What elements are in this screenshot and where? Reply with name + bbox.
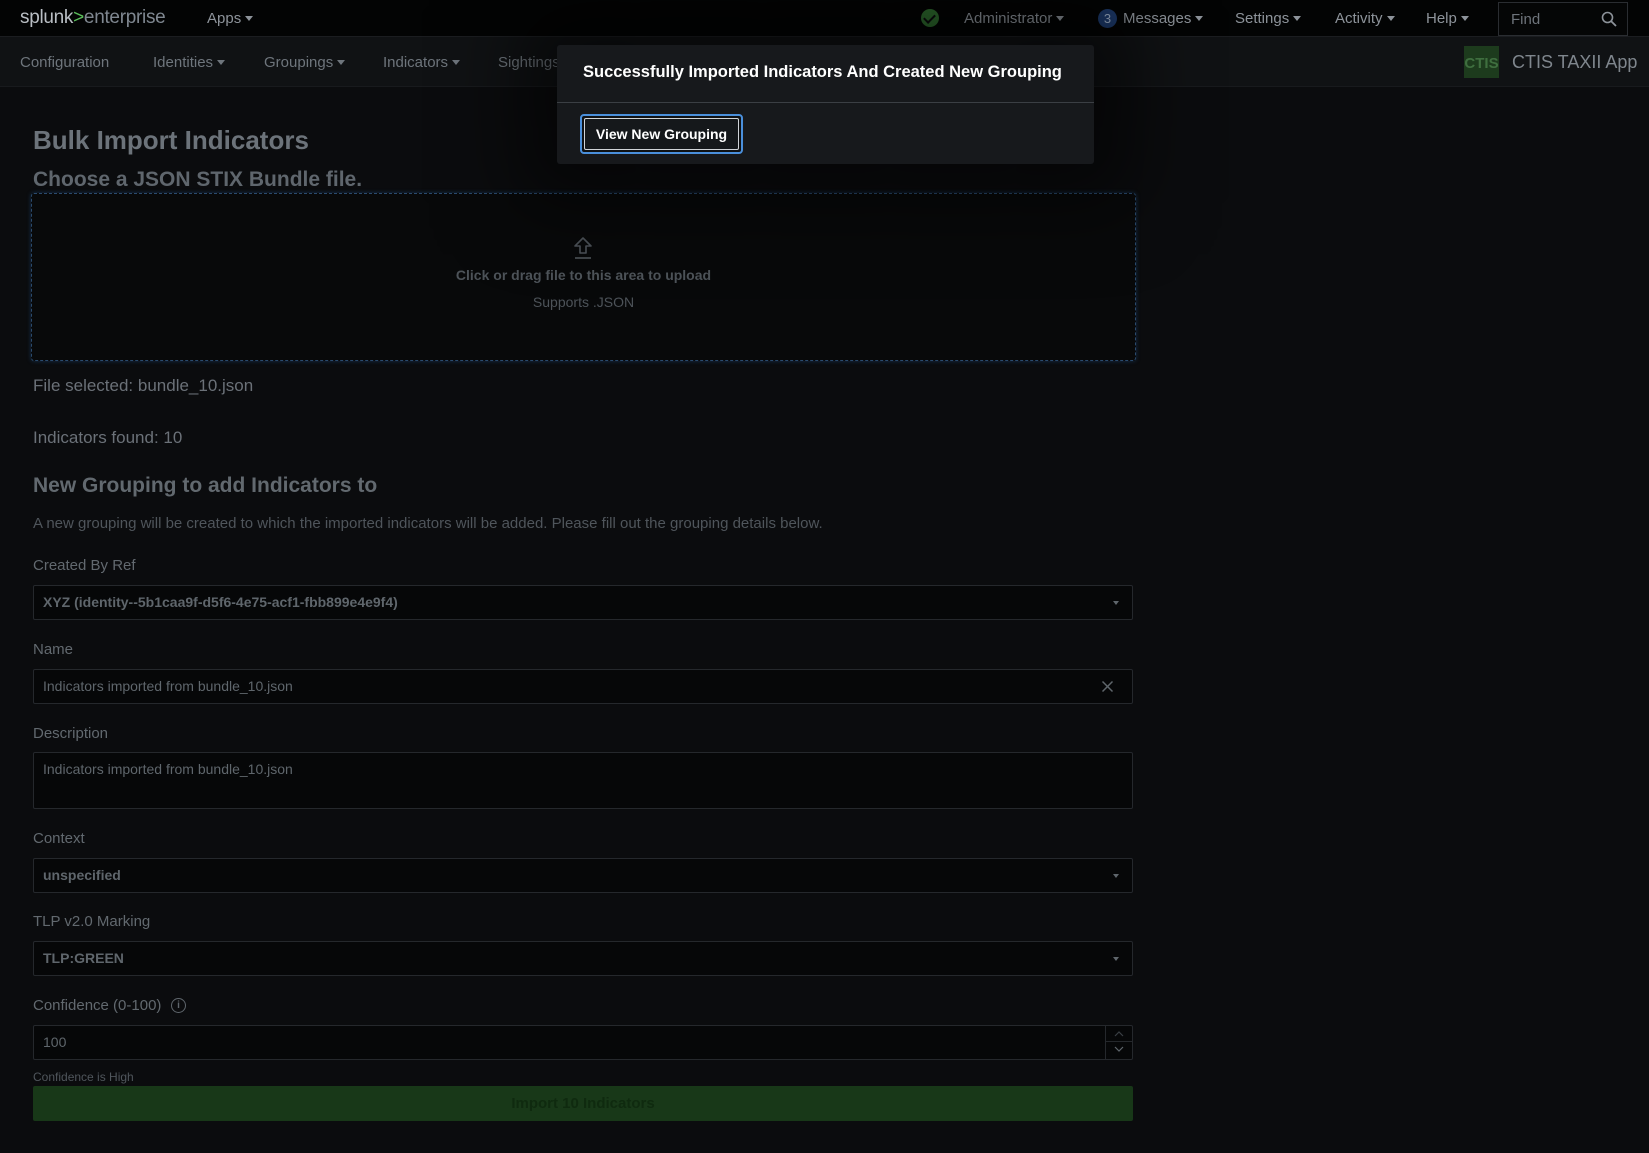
- dropzone-hint: Supports .JSON: [532, 294, 635, 310]
- file-chooser-heading: Choose a JSON STIX Bundle file.: [33, 168, 363, 191]
- file-upload-dropzone[interactable]: Click or drag file to this area to uploa…: [31, 193, 1136, 361]
- view-new-grouping-button[interactable]: View New Grouping: [580, 114, 743, 154]
- activity-menu[interactable]: Activity: [1335, 10, 1395, 27]
- chevron-up-icon: [1114, 1031, 1124, 1037]
- messages-count-badge[interactable]: 3: [1098, 9, 1117, 28]
- page-title: Bulk Import Indicators: [33, 125, 309, 155]
- messages-menu-label: Messages: [1123, 10, 1192, 27]
- tlp-select[interactable]: TLP:GREEN: [33, 941, 1133, 976]
- context-value: unspecified: [43, 867, 121, 883]
- nav-item-identities[interactable]: Identities: [153, 54, 226, 71]
- dropzone-instruction: Click or drag file to this area to uploa…: [455, 267, 712, 283]
- settings-menu-label: Settings: [1235, 10, 1290, 27]
- nav-item-groupings[interactable]: Groupings: [264, 54, 346, 71]
- nav-item-label: Sightings: [498, 54, 560, 71]
- nav-item-sightings[interactable]: Sightings: [498, 54, 560, 71]
- grouping-section-description: A new grouping will be created to which …: [33, 515, 823, 532]
- nav-item-label: Configuration: [20, 54, 110, 71]
- confidence-value: 100: [43, 1034, 67, 1050]
- chevron-down-icon: [217, 59, 226, 65]
- chevron-down-icon: [1056, 15, 1065, 21]
- description-textarea[interactable]: Indicators imported from bundle_10.json: [33, 752, 1133, 809]
- logo-text-splunk: splunk: [20, 7, 74, 28]
- import-indicators-button[interactable]: Import 10 Indicators: [33, 1086, 1133, 1121]
- description-value: Indicators imported from bundle_10.json: [43, 761, 293, 777]
- file-selected-text: File selected: bundle_10.json: [33, 376, 254, 395]
- description-label: Description: [33, 725, 109, 742]
- nav-item-label: Groupings: [264, 54, 334, 71]
- name-label: Name: [33, 641, 74, 658]
- help-menu-label: Help: [1426, 10, 1457, 27]
- created-by-select[interactable]: XYZ (identity--5b1caa9f-d5f6-4e75-acf1-f…: [33, 585, 1133, 620]
- info-icon[interactable]: i: [171, 998, 186, 1013]
- settings-menu[interactable]: Settings: [1235, 10, 1302, 27]
- chevron-down-icon: [1113, 874, 1119, 878]
- success-modal: Successfully Imported Indicators And Cre…: [557, 45, 1094, 164]
- find-search-box: [1498, 2, 1628, 36]
- name-value: Indicators imported from bundle_10.json: [43, 678, 293, 694]
- stepper-up-button[interactable]: [1106, 1026, 1132, 1042]
- view-new-grouping-label: View New Grouping: [584, 118, 739, 150]
- stepper-down-button[interactable]: [1106, 1042, 1132, 1058]
- splunk-logo[interactable]: splunk>enterprise: [20, 7, 166, 29]
- chevron-down-icon: [1386, 15, 1395, 21]
- tlp-value: TLP:GREEN: [43, 950, 124, 966]
- upload-icon: [574, 237, 592, 259]
- help-menu[interactable]: Help: [1426, 10, 1469, 27]
- chevron-down-icon: [1460, 15, 1469, 21]
- apps-menu-label: Apps: [207, 10, 242, 27]
- tlp-label: TLP v2.0 Marking: [33, 913, 151, 930]
- chevron-down-icon: [1114, 1046, 1124, 1052]
- chevron-down-icon: [452, 59, 461, 65]
- grouping-section-title: New Grouping to add Indicators to: [33, 474, 378, 497]
- logo-text-gt: >: [73, 7, 84, 28]
- nav-item-label: Identities: [153, 54, 214, 71]
- chevron-down-icon: [1293, 15, 1302, 21]
- user-menu[interactable]: Administrator: [964, 10, 1065, 27]
- confidence-helper-text: Confidence is High: [33, 1070, 134, 1084]
- app-name[interactable]: CTIS TAXII App: [1512, 52, 1637, 73]
- confidence-label: Confidence (0-100) i: [33, 997, 186, 1014]
- logo-text-enterprise: enterprise: [83, 7, 166, 28]
- context-select[interactable]: unspecified: [33, 858, 1133, 893]
- health-check-icon[interactable]: [921, 9, 939, 27]
- find-input[interactable]: [1499, 3, 1599, 35]
- context-label: Context: [33, 830, 85, 847]
- created-by-label: Created By Ref: [33, 557, 136, 574]
- nav-item-label: Indicators: [383, 54, 449, 71]
- activity-menu-label: Activity: [1335, 10, 1383, 27]
- chevron-down-icon: [1113, 601, 1119, 605]
- confidence-label-text: Confidence (0-100): [33, 997, 162, 1014]
- chevron-down-icon: [245, 15, 254, 21]
- chevron-down-icon: [1195, 15, 1204, 21]
- apps-menu[interactable]: Apps: [207, 10, 254, 27]
- chevron-down-icon: [337, 59, 346, 65]
- user-menu-label: Administrator: [964, 10, 1053, 27]
- modal-divider: [557, 102, 1094, 103]
- messages-menu[interactable]: Messages: [1123, 10, 1204, 27]
- chevron-down-icon: [1113, 957, 1119, 961]
- name-input[interactable]: Indicators imported from bundle_10.json: [33, 669, 1133, 704]
- modal-title: Successfully Imported Indicators And Cre…: [583, 63, 1062, 81]
- indicators-found-text: Indicators found: 10: [33, 428, 183, 447]
- created-by-value: XYZ (identity--5b1caa9f-d5f6-4e75-acf1-f…: [43, 594, 398, 610]
- confidence-stepper: [1105, 1026, 1132, 1059]
- global-header: splunk>enterprise Apps Administrator 3 M…: [0, 0, 1649, 37]
- search-icon[interactable]: [1601, 11, 1617, 27]
- nav-item-indicators[interactable]: Indicators: [383, 54, 461, 71]
- app-logo-badge: CTIS: [1464, 46, 1499, 78]
- clear-icon[interactable]: [1101, 680, 1114, 693]
- nav-item-configuration[interactable]: Configuration: [20, 54, 109, 71]
- confidence-number-input[interactable]: 100: [33, 1025, 1133, 1060]
